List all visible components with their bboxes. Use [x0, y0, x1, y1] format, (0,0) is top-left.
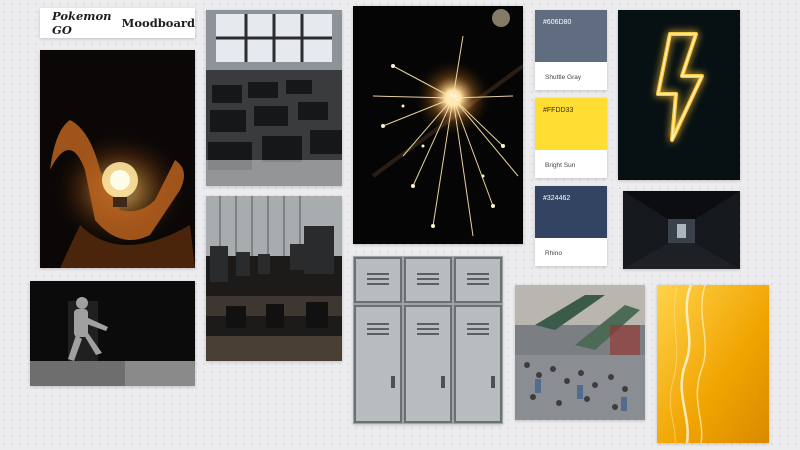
title-rest: Moodboard	[121, 16, 195, 30]
photo-lightbulb-in-hand[interactable]	[40, 50, 195, 268]
photo-crowd-escalators[interactable]	[515, 285, 645, 420]
photo-running-figure[interactable]	[30, 281, 195, 386]
swatch-name: Rhino	[545, 250, 562, 257]
swatch-hex: #324462	[543, 195, 571, 202]
swatch-hex: #FFDD33	[543, 107, 574, 114]
photo-dark-corridor[interactable]	[623, 191, 740, 269]
color-swatch-rhino[interactable]: #324462 Rhino	[535, 186, 607, 266]
swatch-name: Bright Sun	[545, 162, 576, 169]
swatch-chip	[535, 98, 607, 150]
swatch-name: Shuttle Gray	[545, 74, 582, 81]
photo-computer-lab[interactable]	[206, 196, 342, 361]
color-swatch-bright-sun[interactable]: #FFDD33 Bright Sun	[535, 98, 607, 178]
moodboard-title: Pokemon GO Moodboard	[40, 8, 195, 38]
photo-neon-bolt[interactable]	[618, 10, 740, 180]
swatch-chip	[535, 10, 607, 62]
swatch-hex: #606D80	[543, 19, 572, 26]
photo-yellow-abstract[interactable]	[657, 285, 769, 443]
photo-classroom-desks[interactable]	[206, 10, 342, 186]
photo-sparkler[interactable]	[353, 6, 523, 244]
swatch-chip	[535, 186, 607, 238]
title-brand: Pokemon GO	[52, 9, 112, 37]
color-swatch-shuttle-gray[interactable]: #606D80 Shuttle Gray	[535, 10, 607, 90]
photo-school-lockers[interactable]	[353, 256, 503, 424]
